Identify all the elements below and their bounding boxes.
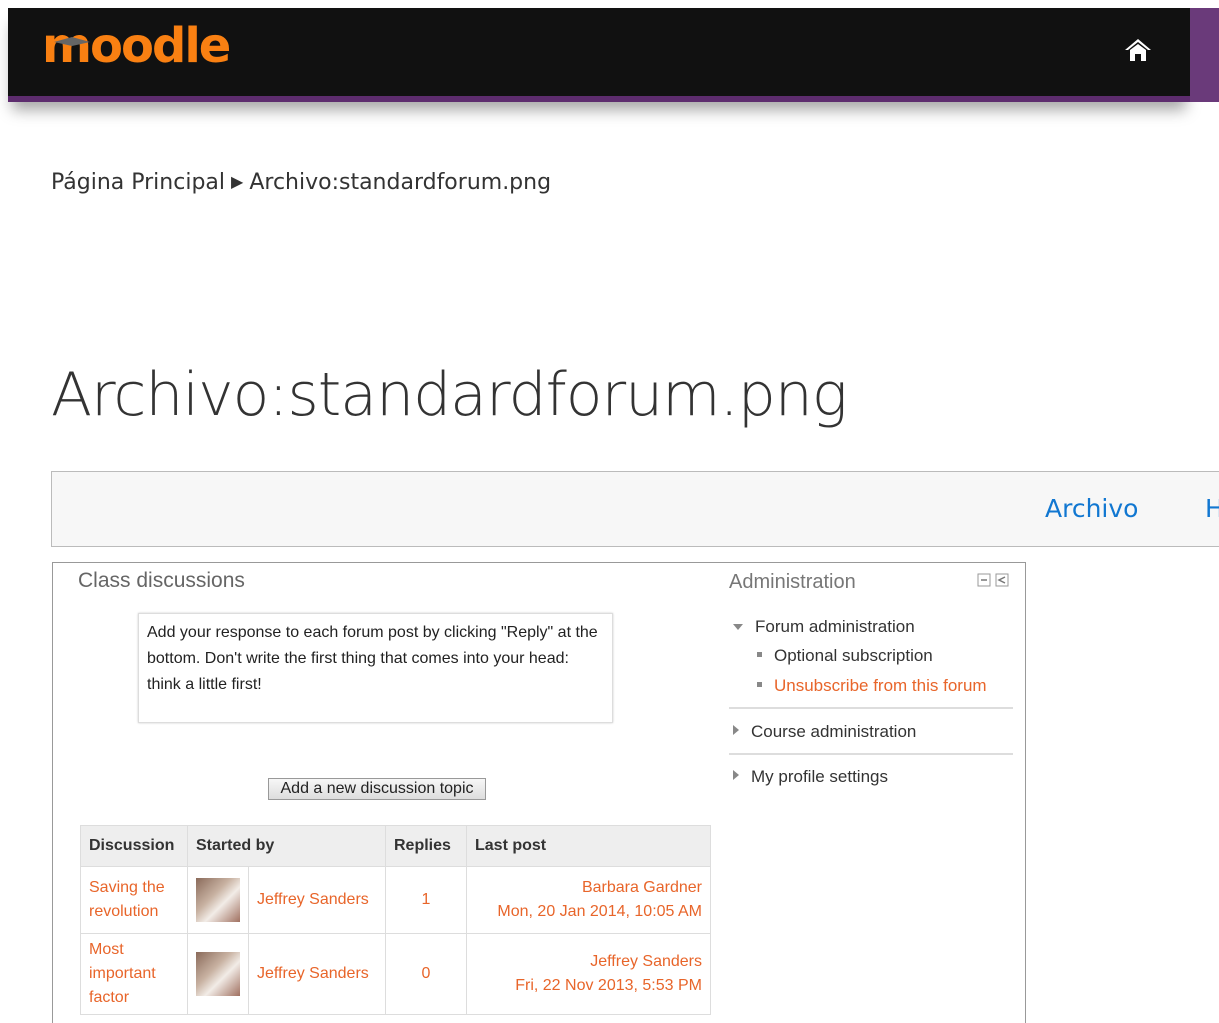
- breadcrumb-separator: ▶: [231, 172, 244, 191]
- add-discussion-button[interactable]: Add a new discussion topic: [268, 778, 486, 800]
- page-title: Archivo:standardforum.png: [51, 360, 848, 430]
- expand-arrow-icon: [733, 624, 743, 630]
- forum-title: Class discussions: [78, 569, 245, 592]
- column-header[interactable]: Started by: [187, 825, 386, 867]
- graduation-cap-icon: [54, 37, 90, 46]
- column-header[interactable]: Last post: [466, 825, 711, 867]
- tab-partial[interactable]: H: [1205, 494, 1219, 523]
- bullet-icon: [757, 652, 762, 657]
- optional-subscription-label: Optional subscription: [774, 646, 933, 665]
- replies-count[interactable]: 0: [385, 933, 467, 1015]
- divider: [729, 707, 1013, 709]
- discussion-table: Discussion Started by Replies Last post …: [80, 825, 711, 1015]
- forum-administration-node[interactable]: Forum administration: [733, 617, 915, 637]
- column-header[interactable]: Replies: [385, 825, 467, 867]
- forum-intro-box: Add your response to each forum post by …: [138, 613, 613, 723]
- last-post-date[interactable]: Mon, 20 Jan 2014, 10:05 AM: [475, 900, 702, 924]
- home-icon[interactable]: [1122, 34, 1154, 66]
- divider: [729, 753, 1013, 755]
- author-link[interactable]: Jeffrey Sanders: [248, 933, 386, 1015]
- breadcrumb-current: Archivo:standardforum.png: [249, 170, 552, 195]
- column-header[interactable]: Discussion: [80, 825, 188, 867]
- last-post-cell: Jeffrey Sanders Fri, 22 Nov 2013, 5:53 P…: [466, 933, 711, 1015]
- avatar-cell: [187, 933, 249, 1015]
- collapsed-arrow-icon: [733, 725, 739, 735]
- profile-settings-node[interactable]: My profile settings: [733, 767, 888, 787]
- unsubscribe-link[interactable]: Unsubscribe from this forum: [774, 676, 987, 695]
- forum-screenshot: Class discussions Add your response to e…: [52, 562, 1026, 1023]
- table-row: Saving the revolution Jeffrey Sanders 1 …: [80, 866, 711, 934]
- author-link[interactable]: Jeffrey Sanders: [248, 866, 386, 934]
- optional-subscription-item: Optional subscription: [757, 646, 933, 666]
- last-post-date[interactable]: Fri, 22 Nov 2013, 5:53 PM: [475, 974, 702, 998]
- administration-block-title: Administration: [729, 571, 856, 593]
- avatar[interactable]: [196, 878, 240, 922]
- unsubscribe-item[interactable]: Unsubscribe from this forum: [757, 676, 987, 696]
- table-row: Most important factor Jeffrey Sanders 0 …: [80, 933, 711, 1015]
- course-administration-node[interactable]: Course administration: [733, 722, 916, 742]
- bullet-icon: [757, 682, 762, 687]
- forum-intro-text: Add your response to each forum post by …: [147, 624, 598, 693]
- profile-settings-label: My profile settings: [751, 767, 888, 786]
- last-post-author[interactable]: Barbara Gardner: [475, 876, 702, 900]
- page-tabs-bar: Archivo H: [51, 471, 1219, 547]
- breadcrumb-home-link[interactable]: Página Principal: [51, 170, 225, 195]
- avatar[interactable]: [196, 952, 240, 996]
- course-administration-label: Course administration: [751, 722, 917, 741]
- collapsed-arrow-icon: [733, 770, 739, 780]
- block-control-icons[interactable]: [977, 573, 1011, 587]
- forum-administration-label: Forum administration: [755, 617, 915, 636]
- table-header-row: Discussion Started by Replies Last post: [80, 825, 711, 867]
- navbar-accent-strip: [1190, 8, 1219, 102]
- discussion-link[interactable]: Most important factor: [80, 933, 188, 1015]
- breadcrumb: Página Principal ▶ Archivo:standardforum.p…: [51, 170, 551, 195]
- tab-archivo[interactable]: Archivo: [1045, 494, 1138, 523]
- last-post-author[interactable]: Jeffrey Sanders: [475, 950, 702, 974]
- last-post-cell: Barbara Gardner Mon, 20 Jan 2014, 10:05 …: [466, 866, 711, 934]
- replies-count[interactable]: 1: [385, 866, 467, 934]
- avatar-cell: [187, 866, 249, 934]
- discussion-link[interactable]: Saving the revolution: [80, 866, 188, 934]
